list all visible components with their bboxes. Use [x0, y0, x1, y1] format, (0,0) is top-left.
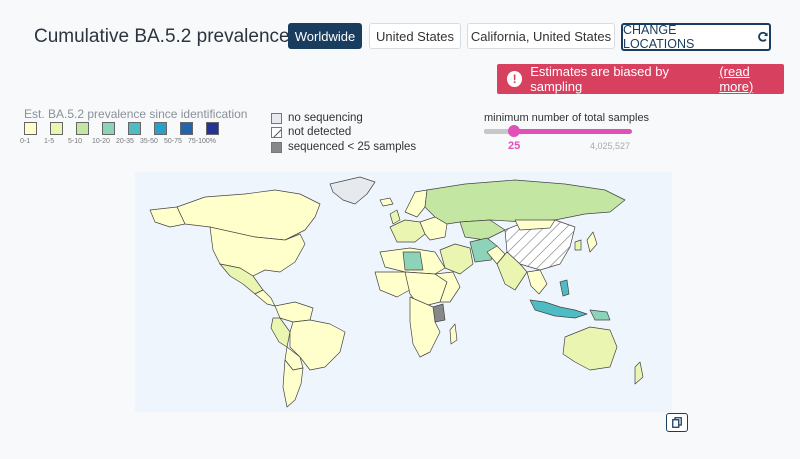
no-sequencing-swatch	[271, 112, 282, 124]
legend-swatch-7	[206, 122, 219, 135]
legend-swatch-1	[50, 122, 63, 135]
location-california-button[interactable]: California, United States	[467, 23, 615, 49]
legend-swatch-label-3: 10-20	[92, 138, 110, 145]
legend-swatch-label-4: 20-35	[116, 138, 134, 145]
read-more-link[interactable]: (read more)	[719, 64, 784, 94]
alert-text: Estimates are biased by sampling	[530, 64, 669, 94]
libya[interactable]	[402, 251, 424, 271]
sequenced-low-label: sequenced < 25 samples	[288, 141, 417, 153]
legend-swatch-label-7: 75-100%	[188, 138, 217, 145]
not-detected-label: not detected	[288, 126, 352, 138]
legend-swatch-label-6: 50-75	[164, 138, 182, 145]
not-detected-swatch	[271, 126, 282, 138]
legend-swatch-3	[102, 122, 115, 135]
exclamation-icon: !	[507, 71, 523, 87]
change-locations-label: CHANGE LOCATIONS	[623, 23, 695, 51]
legend-swatch-label-0: 0-1	[20, 138, 31, 145]
copy-icon	[672, 417, 682, 428]
legend-swatch-4	[128, 122, 141, 135]
location-united-states-button[interactable]: United States	[369, 23, 461, 49]
page-title: Cumulative BA.5.2 prevalence	[34, 26, 290, 47]
legend-not-detected: not detected	[271, 126, 351, 138]
refresh-icon	[758, 31, 768, 42]
no-sequencing-label: no sequencing	[288, 112, 363, 124]
legend-sequenced-low: sequenced < 25 samples	[271, 141, 416, 153]
legend-no-sequencing: no sequencing	[271, 112, 363, 124]
legend-swatch-2	[76, 122, 89, 135]
slider-min-value: 25	[508, 140, 521, 152]
korea[interactable]	[574, 239, 582, 251]
location-worldwide-button[interactable]: Worldwide	[288, 23, 362, 49]
slider-max-value: 4,025,527	[590, 141, 631, 151]
change-locations-button[interactable]: CHANGE LOCATIONS	[621, 23, 771, 51]
legend-swatch-label-5: 35-50	[140, 138, 158, 145]
legend-swatch-label-1: 1-5	[44, 138, 55, 145]
legend-swatch-label-2: 5-10	[68, 138, 83, 145]
sampling-bias-alert: ! Estimates are biased by sampling (read…	[497, 64, 784, 94]
legend-title: Est. BA.5.2 prevalence since identificat…	[24, 107, 248, 121]
legend-swatch-5	[154, 122, 167, 135]
slider-label: minimum number of total samples	[484, 112, 650, 124]
copy-button[interactable]	[666, 413, 688, 432]
legend-swatches	[24, 122, 232, 135]
world-map[interactable]	[135, 172, 672, 412]
legend-swatch-6	[180, 122, 193, 135]
slider-thumb[interactable]	[508, 125, 520, 137]
sequenced-low-swatch	[271, 141, 282, 153]
legend-swatch-0	[24, 122, 37, 135]
